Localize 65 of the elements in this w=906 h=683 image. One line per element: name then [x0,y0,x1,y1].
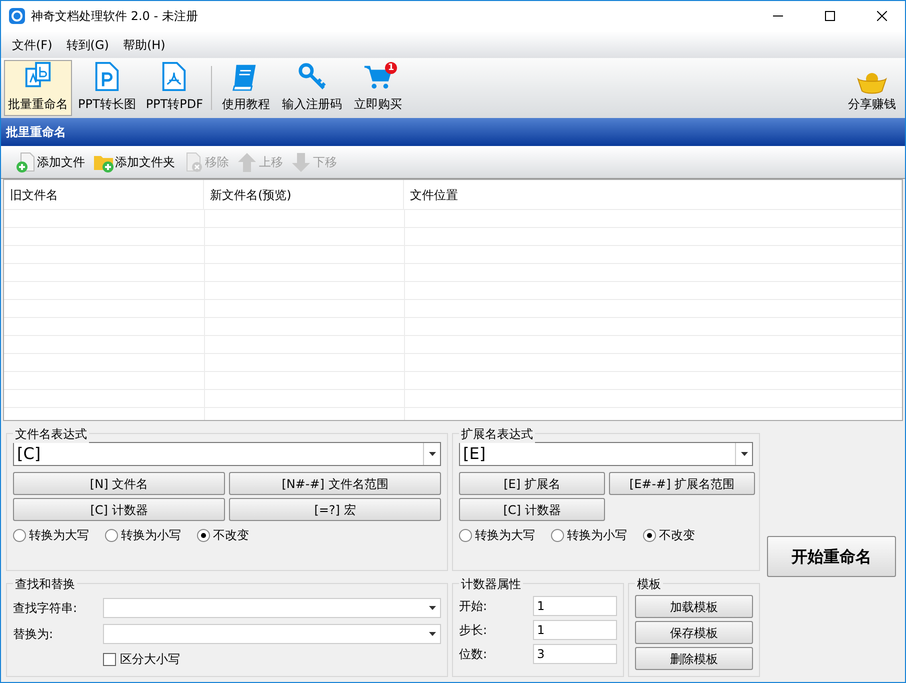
column-header[interactable]: 旧文件名 [4,180,204,210]
dropdown-field[interactable] [103,598,441,618]
dropdown-arrow-icon [428,452,436,456]
toolbar-button[interactable]: PPT转PDF [142,60,207,116]
template-button[interactable]: 加载模板 [635,595,753,618]
expression-button[interactable]: [C] 计数器 [13,498,225,521]
expression-button[interactable]: [N] 文件名 [13,472,225,495]
expression-button[interactable]: [C] 计数器 [459,498,605,521]
toolbar-button[interactable]: 使用教程 [216,60,276,116]
field-label: 开始: [459,598,488,615]
radio-option[interactable]: 转换为小写 [551,526,627,544]
column-header[interactable]: 新文件名(预览) [204,180,404,210]
toolbar-button[interactable]: 立即购买 1 [348,60,408,116]
dropdown-arrow-icon [429,606,436,610]
toolbar-button[interactable]: PPT转长图 [74,60,140,116]
menu-item[interactable]: 转到(G) [59,34,116,56]
radio-option[interactable]: 不改变 [643,526,695,544]
field-label: 位数: [459,646,488,663]
expression-button[interactable]: [=?] 宏 [229,498,441,521]
panel-header: 批里重命名 [1,118,905,146]
menu-item[interactable]: 帮助(H) [116,34,172,56]
field-label: 步长: [459,622,488,639]
template-button[interactable]: 删除模板 [635,647,753,670]
ingot-icon [857,71,887,95]
field-label: 替换为: [13,626,54,643]
expression-combo[interactable]: [C] [13,442,441,466]
group-title: 查找和替换 [13,575,77,593]
up-arrow-icon [237,152,258,172]
group-title: 模板 [635,575,663,593]
expression-button[interactable]: [E#-#] 扩展名范围 [609,472,755,495]
toolbar-button[interactable]: 输入注册码 [278,60,346,116]
notification-badge: 1 [385,62,397,74]
dropdown-arrow-icon [740,452,748,456]
add-file-icon [15,152,36,172]
toolbar-button[interactable]: 分享赚钱 [842,60,902,116]
maximize-icon [825,11,835,21]
expression-button[interactable]: [E] 扩展名 [459,472,605,495]
toolbar-button[interactable]: 添加文件 [13,152,87,172]
close-icon [877,11,887,21]
field-label: 查找字符串: [13,600,78,617]
group-title: 扩展名表达式 [459,425,535,443]
radio-option[interactable]: 转换为大写 [13,526,89,544]
checkbox-option[interactable]: 区分大小写 [103,650,441,668]
app-logo-icon [9,8,25,24]
template-button[interactable]: 保存模板 [635,621,753,644]
radio-option[interactable]: 转换为小写 [105,526,181,544]
group-title: 计数器属性 [459,575,523,593]
radio-option[interactable]: 转换为大写 [459,526,535,544]
dropdown-arrow-icon [429,632,436,636]
window-title: 神奇文档处理软件 2.0 - 未注册 [31,8,199,25]
toolbar-button[interactable]: 批量重命名 [4,60,72,116]
group-title: 文件名表达式 [13,425,89,443]
key-icon [296,61,328,92]
number-field[interactable]: 3 [533,644,617,664]
start-rename-button[interactable]: 开始重命名 [767,536,896,577]
down-arrow-icon [291,152,312,172]
menu-item[interactable]: 文件(F) [5,34,60,56]
expression-combo[interactable]: [E] [459,442,753,466]
expression-button[interactable]: [N#-#] 文件名范围 [229,472,441,495]
dropdown-field[interactable] [103,624,441,644]
number-field[interactable]: 1 [533,620,617,640]
number-field[interactable]: 1 [533,596,617,616]
toolbar-button[interactable]: 添加文件夹 [91,152,177,172]
column-header[interactable]: 文件位置 [404,180,902,210]
radio-option[interactable]: 不改变 [197,526,249,544]
